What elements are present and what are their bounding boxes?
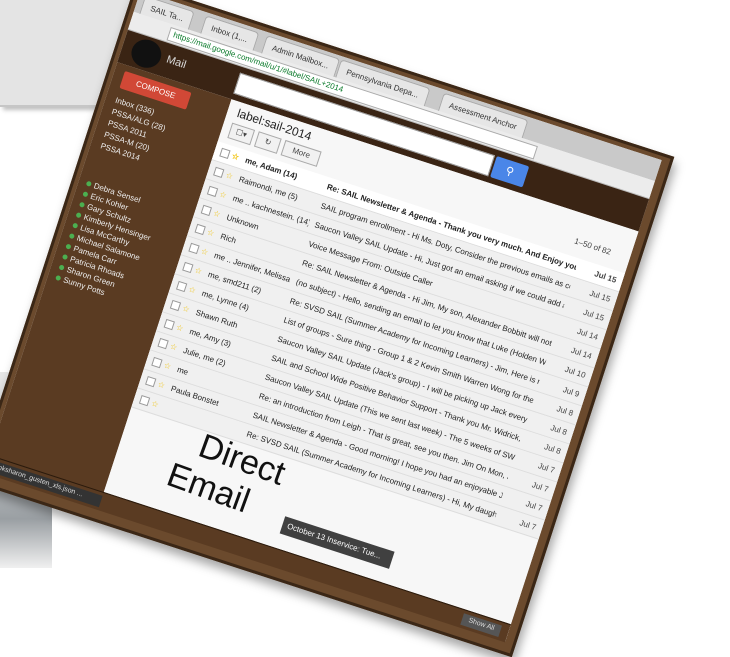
star-icon[interactable]: ☆ xyxy=(204,223,217,243)
row-checkbox[interactable] xyxy=(200,204,213,217)
online-status-icon xyxy=(65,243,72,250)
star-icon[interactable]: ☆ xyxy=(161,356,174,376)
star-icon[interactable]: ☆ xyxy=(229,147,242,167)
row-checkbox[interactable] xyxy=(194,223,206,236)
online-status-icon xyxy=(68,232,75,240)
browser-window: SAIL Ta... Inbox (1,... Admin Mailbox...… xyxy=(0,0,662,643)
row-checkbox[interactable] xyxy=(188,242,200,255)
online-status-icon xyxy=(78,201,86,208)
row-checkbox[interactable] xyxy=(213,166,225,179)
online-status-icon xyxy=(72,222,79,229)
star-icon[interactable]: ☆ xyxy=(180,299,193,319)
mail-label[interactable]: Mail xyxy=(165,54,188,72)
star-icon[interactable]: ☆ xyxy=(217,185,230,205)
star-icon[interactable]: ☆ xyxy=(186,280,199,300)
pagination-count: 1–50 of 82 xyxy=(573,236,613,257)
online-status-icon xyxy=(82,191,89,198)
star-icon[interactable]: ☆ xyxy=(192,261,205,281)
row-checkbox[interactable] xyxy=(175,280,188,293)
online-status-icon xyxy=(75,212,82,219)
online-status-icon xyxy=(61,253,69,261)
star-icon[interactable]: ☆ xyxy=(211,204,224,224)
select-all-checkbox[interactable]: ☐▾ xyxy=(227,122,256,146)
star-icon[interactable]: ☆ xyxy=(223,166,236,186)
star-icon[interactable]: ☆ xyxy=(149,394,162,414)
search-button[interactable]: ⚲ xyxy=(490,156,530,188)
star-icon[interactable]: ☆ xyxy=(198,242,211,262)
row-checkbox[interactable] xyxy=(163,318,175,331)
online-status-icon xyxy=(58,264,65,271)
toolbar: ☐▾ ↻ More xyxy=(227,122,322,167)
row-checkbox[interactable] xyxy=(145,375,157,388)
star-icon[interactable]: ☆ xyxy=(155,375,168,395)
row-checkbox[interactable] xyxy=(182,261,194,274)
search-icon: ⚲ xyxy=(503,164,516,179)
row-checkbox[interactable] xyxy=(157,337,169,350)
star-icon[interactable]: ☆ xyxy=(167,337,180,357)
refresh-button[interactable]: ↻ xyxy=(253,131,282,154)
refresh-icon: ↻ xyxy=(263,136,273,148)
panther-logo-icon[interactable] xyxy=(127,35,165,72)
row-checkbox[interactable] xyxy=(206,185,219,198)
online-status-icon xyxy=(85,180,92,187)
row-checkbox[interactable] xyxy=(138,394,151,407)
row-checkbox[interactable] xyxy=(219,147,231,160)
row-checkbox[interactable] xyxy=(169,299,182,312)
star-icon[interactable]: ☆ xyxy=(173,318,186,338)
row-checkbox[interactable] xyxy=(151,356,163,369)
online-status-icon xyxy=(55,274,62,282)
gmail-photo: SAIL Ta... Inbox (1,... Admin Mailbox...… xyxy=(0,0,675,657)
